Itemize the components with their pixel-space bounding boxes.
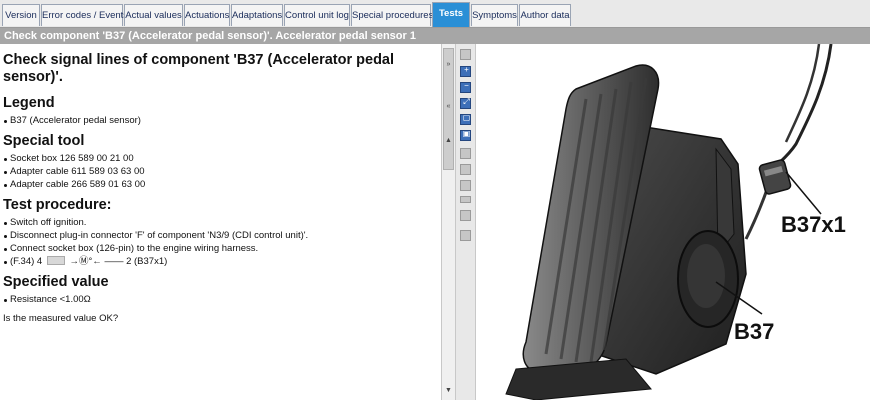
tab-symptoms[interactable]: Symptoms	[471, 4, 518, 26]
question-text: Is the measured value OK?	[3, 313, 119, 324]
text-pane: Check signal lines of component 'B37 (Ac…	[0, 44, 441, 400]
list-item: Disconnect plug-in connector 'F' of comp…	[3, 229, 435, 242]
tab-control-unit-log[interactable]: Control unit log	[284, 4, 350, 26]
specified-value-heading: Specified value	[3, 274, 109, 290]
zoom-box-icon[interactable]: ▢	[460, 113, 471, 125]
page-heading: Check signal lines of component 'B37 (Ac…	[3, 52, 395, 85]
list-item: Resistance <1.00Ω	[3, 293, 435, 306]
tab-bar: Version Error codes / Events Actual valu…	[0, 0, 870, 28]
settings-icon[interactable]	[460, 230, 471, 241]
zoom-out-icon[interactable]: −	[460, 81, 471, 93]
ohmmeter-symbol-icon	[46, 256, 65, 265]
tab-actuations[interactable]: Actuations	[184, 4, 230, 26]
sensor-callout: B37	[734, 319, 775, 344]
procedure-heading: Test procedure:	[3, 197, 112, 213]
collapse-pane-icon[interactable]: «	[442, 100, 455, 114]
page-title-bar: Check component 'B37 (Accelerator pedal …	[0, 28, 870, 44]
help-icon[interactable]	[460, 210, 471, 221]
tab-tests[interactable]: Tests	[432, 2, 470, 27]
legend-heading: Legend	[3, 95, 55, 111]
list-item: B37 (Accelerator pedal sensor)	[3, 114, 435, 127]
tab-version[interactable]: Version	[2, 4, 40, 26]
print-icon[interactable]: ▣	[460, 129, 471, 141]
list-item: Socket box 126 589 00 21 00	[3, 152, 435, 165]
scroll-down-icon[interactable]: ▼	[442, 384, 455, 398]
page-icon[interactable]	[460, 148, 471, 159]
specified-value-list: Resistance <1.00Ω	[3, 293, 435, 306]
special-tool-list: Socket box 126 589 00 21 00 Adapter cabl…	[3, 152, 435, 191]
diagram-pane: B37x1 B37	[476, 44, 870, 400]
list-item: Connect socket box (126-pin) to the engi…	[3, 242, 435, 255]
procedure-list: Switch off ignition. Disconnect plug-in …	[3, 216, 435, 268]
tab-adaptations[interactable]: Adaptations	[231, 4, 283, 26]
zoom-in-icon[interactable]: +	[460, 65, 471, 77]
list-item: Adapter cable 611 589 03 63 00	[3, 165, 435, 178]
copy-icon[interactable]	[460, 164, 471, 175]
connector-callout: B37x1	[781, 212, 846, 237]
expand-pane-icon[interactable]: »	[442, 58, 455, 72]
tab-actual-values[interactable]: Actual values	[124, 4, 183, 26]
info-icon[interactable]	[460, 196, 471, 203]
legend-list: B37 (Accelerator pedal sensor)	[3, 114, 435, 127]
list-item: Switch off ignition.	[3, 216, 435, 229]
tab-error-codes[interactable]: Error codes / Events	[41, 4, 128, 26]
pane-scrollbar[interactable]: » « ▲ ▼	[441, 44, 456, 400]
scroll-up-icon[interactable]: ▲	[442, 134, 455, 148]
zoom-fit-icon[interactable]: ⤢	[460, 97, 471, 109]
special-tool-heading: Special tool	[3, 133, 85, 149]
measurement-prefix: (F.34) 4	[10, 256, 43, 267]
image-tool-icon[interactable]	[460, 49, 471, 60]
measurement-suffix: →Ⓜ°← —— 2 (B37x1)	[69, 256, 168, 267]
measurement-step: (F.34) 4 →Ⓜ°← —— 2 (B37x1)	[3, 255, 435, 268]
tab-author-data[interactable]: Author data	[519, 4, 571, 26]
list-item: Adapter cable 266 589 01 63 00	[3, 178, 435, 191]
image-toolbar: + − ⤢ ▢ ▣	[456, 44, 476, 400]
document-icon[interactable]	[460, 180, 471, 191]
tab-special-procedures[interactable]: Special procedures	[351, 4, 433, 26]
